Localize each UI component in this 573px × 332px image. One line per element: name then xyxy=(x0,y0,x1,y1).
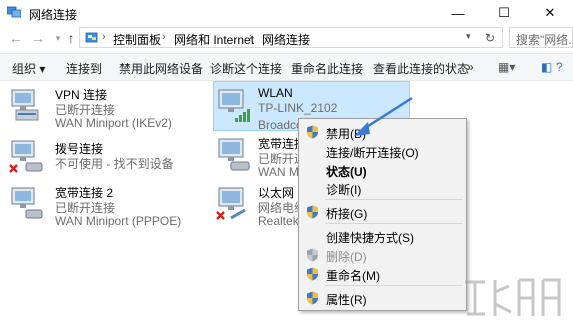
control-panel-icon xyxy=(85,32,98,43)
uac-shield-icon xyxy=(307,205,318,219)
menu-separator xyxy=(325,199,463,200)
forward-arrow-icon[interactable]: → xyxy=(28,28,48,48)
search-placeholder: 搜索"网络... xyxy=(516,33,573,47)
menu-item-rename[interactable]: 重命名(M) xyxy=(299,264,466,284)
connection-device: WAN Miniport (IKEv2) xyxy=(55,116,172,130)
connect-to-button[interactable]: 连接到 xyxy=(66,60,102,77)
more-commands-button[interactable]: » xyxy=(467,60,474,74)
connection-item-ethernet[interactable]: 以太网 网络电缆被拔出 Realtek PCIe GBE Family Cont… xyxy=(215,184,451,230)
connection-name: WLAN xyxy=(258,86,293,100)
menu-item-create-shortcut[interactable]: 创建快捷方式(S) xyxy=(299,226,466,246)
view-status-button[interactable]: 查看此连接的状态 xyxy=(373,60,469,77)
connection-device: WAN Miniport (PPPOE) xyxy=(55,214,182,228)
wireless-network-icon xyxy=(218,89,250,122)
diagnose-connection-button[interactable]: 诊断这个连接 xyxy=(210,60,282,77)
connection-status: TP-LINK_2102 xyxy=(258,101,338,115)
address-row: ← → ▾ ↑ › 控制面板 › 网络和 Internet › 网络连接 ▾ ↻… xyxy=(0,26,573,50)
connection-item-broadband[interactable]: 宽带连接 已断开连接 WAN Miniport (PPPOE) xyxy=(215,135,384,181)
menu-item-label: 桥接(G) xyxy=(326,207,368,221)
connection-item-vpn[interactable]: VPN 连接 已断开连接 WAN Miniport (IKEv2) xyxy=(8,86,198,132)
change-view-icon[interactable]: ▦▾ xyxy=(498,60,515,74)
breadcrumb-control-panel[interactable]: 控制面板 xyxy=(113,31,161,48)
help-icon[interactable]: ? xyxy=(556,60,563,74)
breadcrumb-network-connections[interactable]: 网络连接 xyxy=(262,31,310,48)
uac-shield-icon xyxy=(307,125,318,139)
menu-item-label: 连接/断开连接(O) xyxy=(326,146,419,160)
rename-connection-button[interactable]: 重命名此连接 xyxy=(291,60,363,77)
search-box[interactable]: 搜索"网络... xyxy=(509,27,573,48)
up-arrow-icon[interactable]: ↑ xyxy=(61,28,81,48)
back-arrow-icon[interactable]: ← xyxy=(6,28,26,48)
preview-pane-icon[interactable]: ◧ xyxy=(541,60,552,74)
breadcrumb-separator: › xyxy=(102,31,106,43)
uac-shield-icon xyxy=(307,291,318,305)
menu-item-label: 诊断(I) xyxy=(326,183,362,197)
ethernet-network-icon xyxy=(216,187,246,220)
menu-separator xyxy=(325,223,463,224)
menu-item-label: 创建快捷方式(S) xyxy=(326,231,414,245)
dialup-modem-icon xyxy=(9,140,43,173)
refresh-icon[interactable]: ↻ xyxy=(485,31,495,45)
annotation-arrow-icon xyxy=(354,96,413,136)
address-bar[interactable]: › 控制面板 › 网络和 Internet › 网络连接 ▾ ↻ xyxy=(79,27,503,48)
menu-item-label: 属性(R) xyxy=(326,293,367,307)
uac-shield-icon xyxy=(307,267,318,281)
uac-shield-icon xyxy=(307,248,318,262)
menu-item-status[interactable]: 状态(U) xyxy=(299,160,466,180)
menu-item-properties[interactable]: 属性(R) xyxy=(299,288,466,308)
maximize-button[interactable]: ☐ xyxy=(481,0,527,26)
connection-item-dialup[interactable]: 拨号连接 不可使用 - 找不到设备 xyxy=(8,137,198,183)
connection-status: 不可使用 - 找不到设备 xyxy=(55,157,174,171)
minimize-button[interactable]: — xyxy=(435,0,481,26)
close-button[interactable]: ✕ xyxy=(527,0,573,26)
menu-item-label: 删除(D) xyxy=(326,250,367,264)
breadcrumb-separator: › xyxy=(162,31,166,43)
menu-item-diagnose[interactable]: 诊断(I) xyxy=(299,178,466,198)
command-bar: 组织 ▾ 连接到 禁用此网络设备 诊断这个连接 重命名此连接 查看此连接的状态 … xyxy=(0,53,573,81)
breadcrumb-network-internet[interactable]: 网络和 Internet xyxy=(174,31,254,48)
menu-item-label: 重命名(M) xyxy=(326,269,380,283)
vpn-network-icon xyxy=(11,89,39,121)
broadband-network-icon xyxy=(11,187,43,219)
context-menu: 禁用(B) 连接/断开连接(O) 状态(U) 诊断(I) 桥接(G) 创建快捷方… xyxy=(298,118,467,311)
broadband-network-icon xyxy=(218,138,250,171)
address-dropdown-chevron-icon[interactable]: ▾ xyxy=(466,31,471,42)
title-bar: 网络连接 — ☐ ✕ xyxy=(0,0,573,26)
breadcrumb-separator: › xyxy=(249,31,253,43)
disable-device-button[interactable]: 禁用此网络设备 xyxy=(119,60,203,77)
organize-menu[interactable]: 组织 ▾ xyxy=(12,60,45,77)
network-connections-icon xyxy=(7,6,21,18)
window-title: 网络连接 xyxy=(29,8,78,22)
menu-item-connect-disconnect[interactable]: 连接/断开连接(O) xyxy=(299,141,466,161)
menu-separator xyxy=(325,285,463,286)
connection-item-broadband-2[interactable]: 宽带连接 2 已断开连接 WAN Miniport (PPPOE) xyxy=(8,184,198,230)
watermark-logo xyxy=(465,278,561,316)
menu-item-bridge[interactable]: 桥接(G) xyxy=(299,202,466,222)
menu-item-delete[interactable]: 删除(D) xyxy=(299,245,466,265)
